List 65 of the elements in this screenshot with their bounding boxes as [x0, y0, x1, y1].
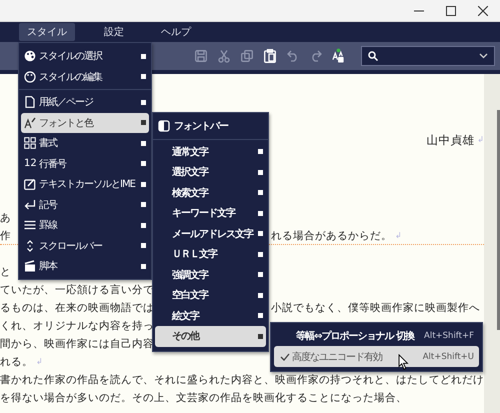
author-name: 山中貞雄 [426, 132, 474, 149]
return-mark: ↲ [36, 356, 43, 368]
close-icon[interactable] [478, 6, 488, 16]
menu-item[interactable]: スクロールバー [21, 236, 149, 256]
menu-item[interactable]: 通常文字 [155, 142, 266, 162]
text-line: れる。 [0, 355, 33, 370]
menu-item[interactable]: 強調文字 [155, 264, 266, 285]
line-number-label: 12 [24, 158, 37, 170]
text-line: あ [0, 211, 11, 226]
scrollbar[interactable] [484, 74, 500, 413]
menu-item[interactable]: ＵＲＬ文字 [155, 244, 266, 264]
shortcut-label: Alt+Shift+U [422, 352, 474, 362]
menu-item[interactable]: 12 行番号 [21, 154, 149, 174]
check-icon [280, 352, 290, 360]
text-line: 作 [0, 229, 11, 244]
text-line: 小説でもなく、僕等映画作家に映画製作へ [271, 301, 480, 316]
menu-item[interactable]: メールアドレス文字 [155, 224, 266, 244]
maximize-icon[interactable] [446, 6, 456, 16]
menu-item[interactable]: スタイル [19, 23, 75, 41]
menu-item[interactable]: 高度なユニコード有効 Alt+Shift+U [274, 346, 479, 367]
search-icon [368, 51, 378, 61]
menu-item[interactable]: 記号 [21, 194, 149, 215]
paste-icon[interactable] [264, 49, 276, 63]
text-line: 書かれた作家の作品を読んで、それに盛られた内容と、映画作家の持つそれと、はたしてどれだけ [0, 373, 484, 388]
search-field[interactable] [361, 46, 495, 66]
up-down-icon [24, 240, 36, 252]
text-line: くれ、オリジナルな内容を持っ [0, 319, 154, 334]
menu-item[interactable]: その他 [155, 326, 266, 346]
menu-item[interactable]: スタイルの選択 [21, 46, 149, 66]
lines-icon [24, 219, 36, 232]
text-line: と [0, 265, 11, 280]
return-mark: ↲ [477, 134, 484, 146]
mouse-pointer-icon [398, 354, 409, 370]
return-mark: ↲ [395, 230, 402, 242]
scrollbar-thumb[interactable] [497, 110, 500, 330]
menu-item[interactable]: 用紙／ページ [21, 92, 149, 112]
menu-item[interactable]: フォントと色 [21, 112, 149, 133]
menu-item[interactable]: 空白文字 [155, 285, 266, 306]
menu-item[interactable]: 選択文字 [155, 162, 266, 182]
return-arrow-icon [24, 198, 36, 211]
page-icon [24, 96, 36, 108]
menu-item[interactable]: 絵文字 [155, 306, 266, 326]
clapperboard-icon [24, 260, 36, 272]
palette-icon [24, 50, 36, 62]
edit-box-icon [24, 178, 36, 190]
menu-item[interactable]: 検索文字 [155, 182, 266, 203]
menu-item[interactable]: ヘルプ [153, 23, 199, 41]
chevron-down-icon[interactable] [479, 53, 488, 59]
text-line: を得ない場合が多いのだ。その上、文芸家の作品を映画化することになった場合、 [0, 391, 407, 406]
menu-item[interactable]: 書式 [21, 133, 149, 154]
menu-item[interactable]: スタイルの編集 [21, 66, 149, 87]
half-square-icon [158, 120, 170, 132]
menu-item[interactable]: 等幅⇔プロポーショナル 切換 Alt+Shift+F [274, 325, 479, 346]
menu-item[interactable]: フォントバー [155, 116, 266, 136]
text-line: るものは、在来の映画物語では [0, 301, 154, 316]
shortcut-label: Alt+Shift+F [424, 330, 474, 340]
menu-item[interactable]: 脚本 [21, 256, 149, 276]
text-line: れる場合があるからだ。 [271, 229, 392, 244]
menu-item[interactable]: 罫線 [21, 215, 149, 236]
grid-icon [24, 137, 36, 150]
minimize-icon[interactable] [414, 10, 424, 12]
menu-item[interactable]: テキストカーソルとIME [21, 174, 149, 194]
text-size-icon[interactable] [332, 48, 345, 64]
menu-item[interactable]: 設定 [96, 23, 132, 41]
menu-item[interactable]: キーワード文字 [155, 203, 266, 224]
